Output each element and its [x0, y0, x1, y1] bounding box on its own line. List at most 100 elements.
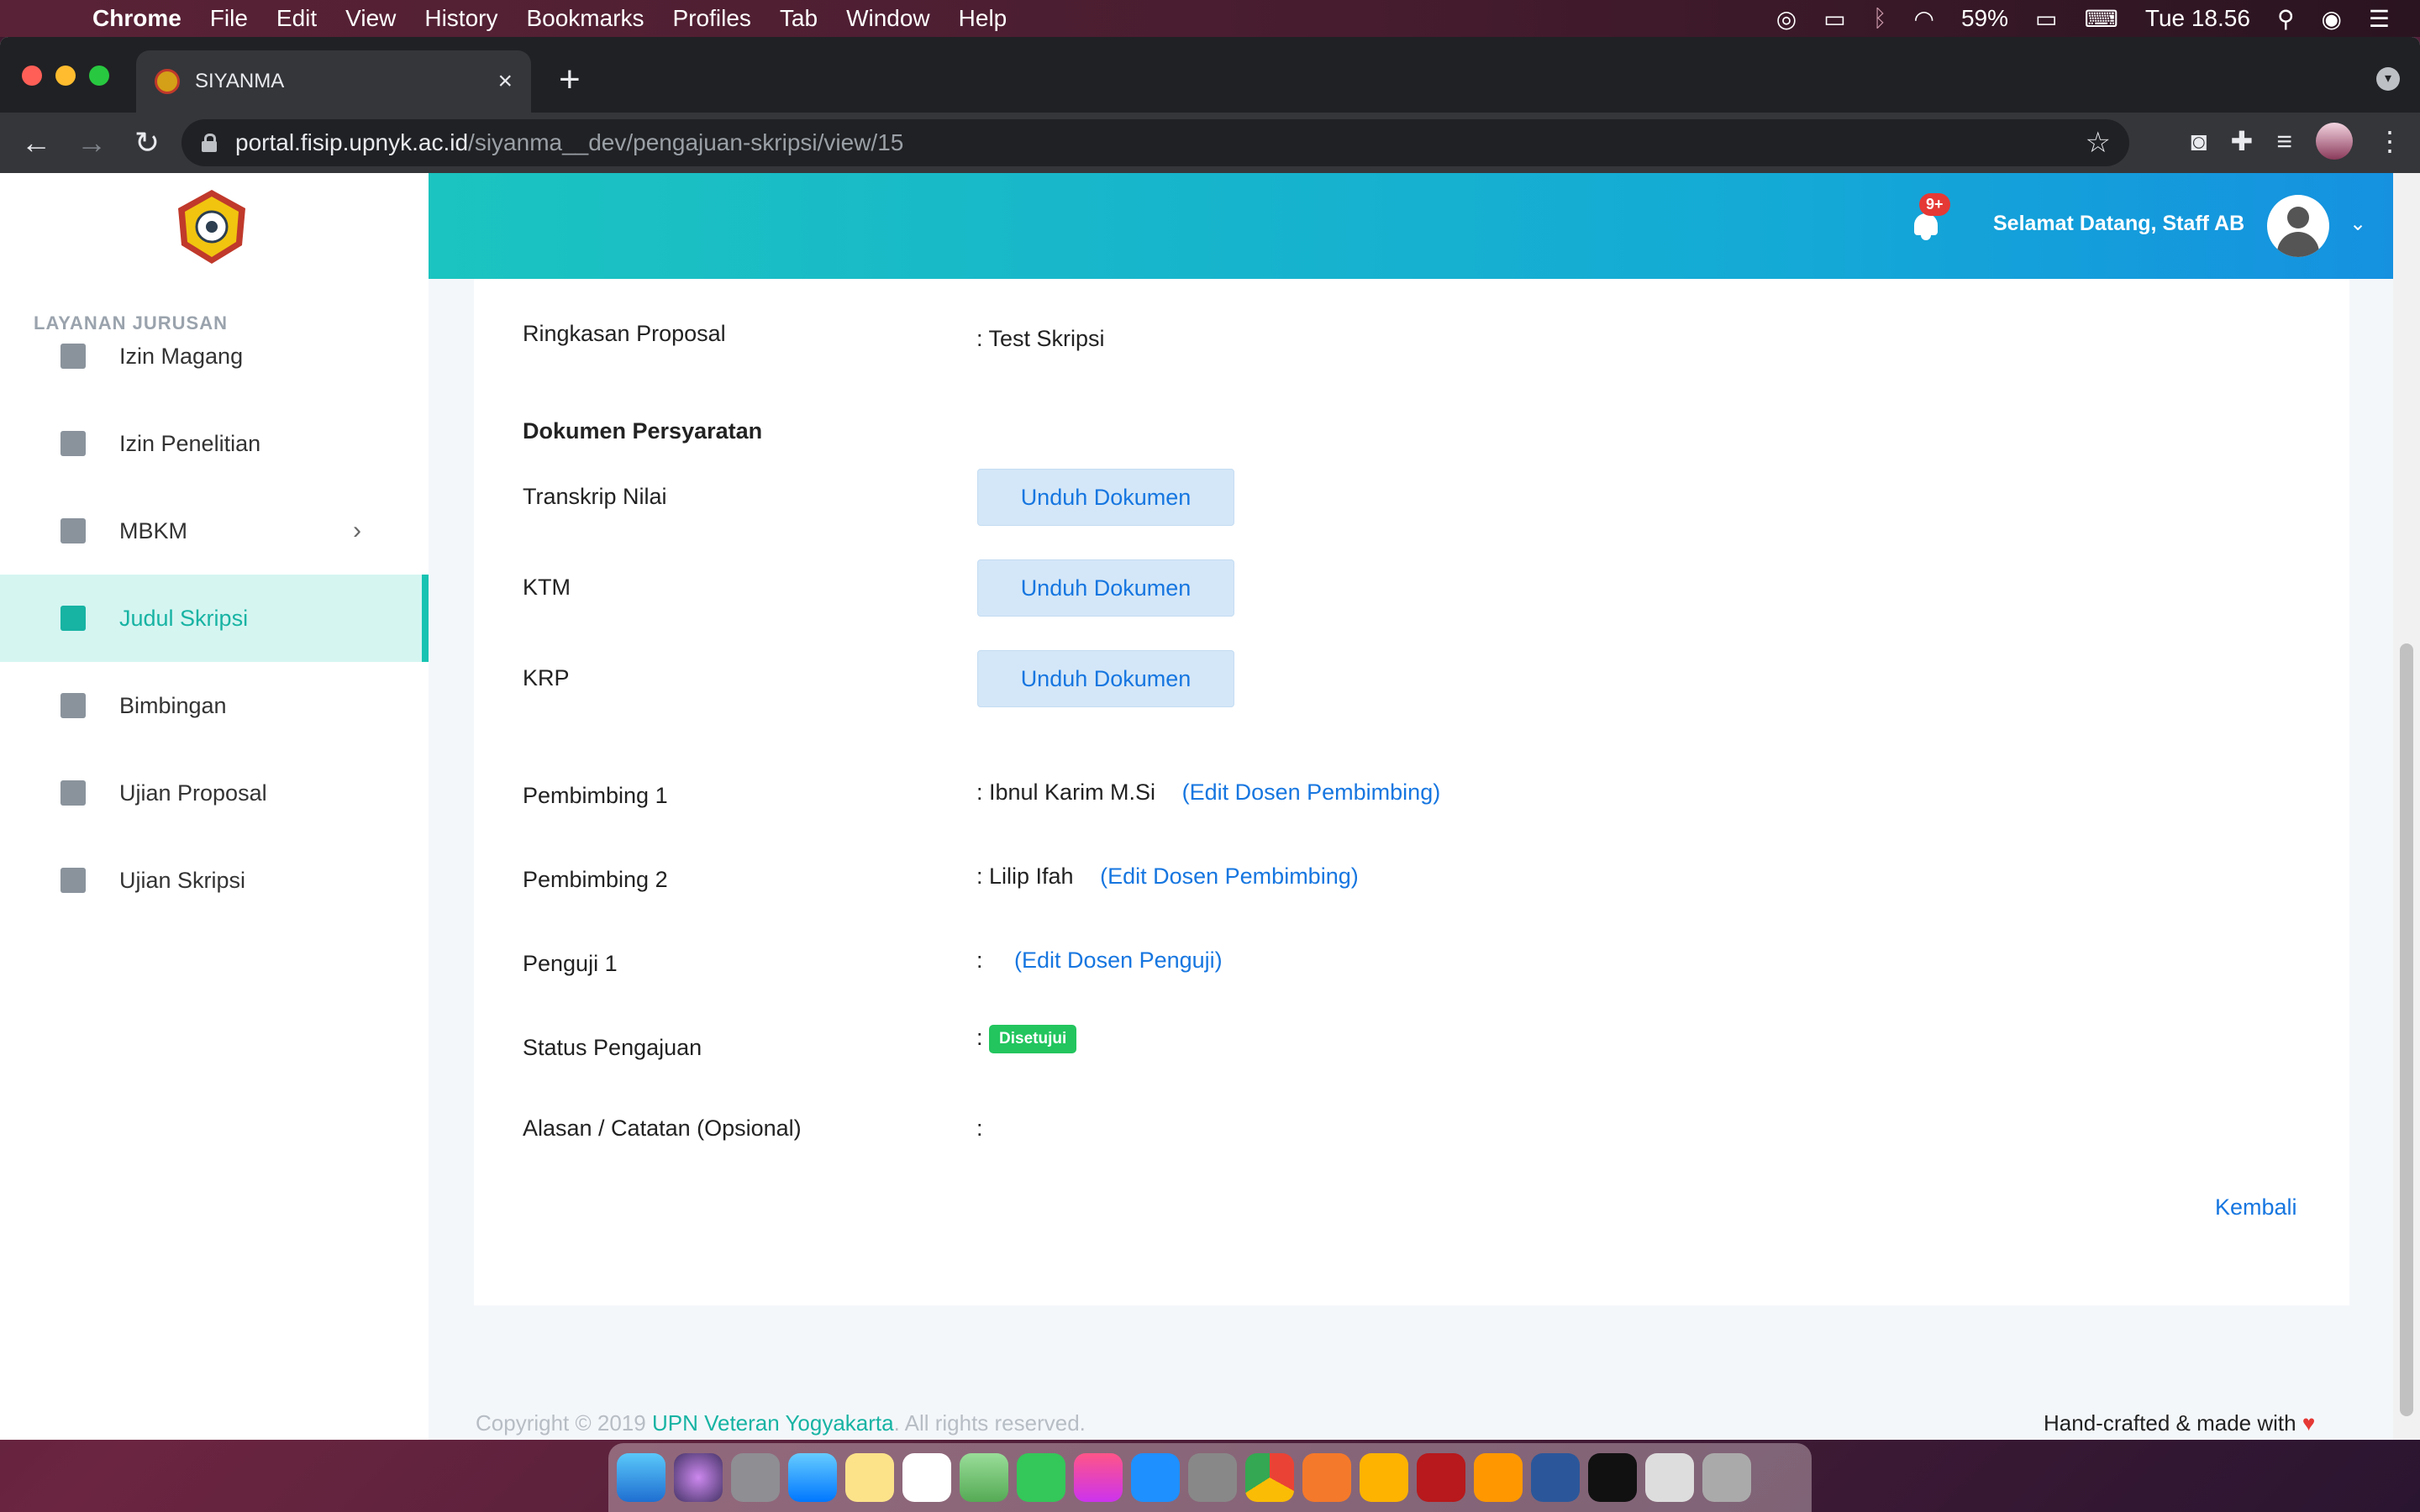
doc-label-ktm: KTM: [523, 575, 571, 600]
minimize-window-button[interactable]: [55, 66, 76, 86]
pembimbing2-label: Pembimbing 2: [523, 867, 668, 892]
chrome-dock-icon[interactable]: [1245, 1453, 1294, 1502]
more-menu-icon[interactable]: ⋮: [2376, 125, 2403, 157]
launchpad-icon[interactable]: [731, 1453, 780, 1502]
menu-tab[interactable]: Tab: [780, 5, 818, 32]
sidebar-item-ujian-skripsi[interactable]: Ujian Skripsi: [0, 837, 429, 924]
window-controls: [22, 66, 109, 86]
page-scrollbar[interactable]: [2393, 173, 2420, 1440]
battery-percent[interactable]: 59%: [1961, 5, 2008, 32]
filezilla-icon[interactable]: [1417, 1453, 1465, 1502]
menu-bookmarks[interactable]: Bookmarks: [526, 5, 644, 32]
creative-cloud-icon[interactable]: ◎: [1776, 5, 1797, 33]
back-arrow-icon[interactable]: ←: [8, 125, 64, 160]
menu-profiles[interactable]: Profiles: [673, 5, 751, 32]
book-open-icon: [60, 868, 86, 893]
upn-logo: [178, 190, 245, 264]
status-colon: :: [976, 1025, 983, 1051]
battery-icon[interactable]: ▭: [2035, 5, 2057, 33]
keyboard-icon[interactable]: ⌨: [2084, 5, 2118, 33]
tab-strip: SIYANMA × + ▾: [0, 37, 2420, 113]
menu-edit[interactable]: Edit: [276, 5, 317, 32]
browser-tab[interactable]: SIYANMA ×: [136, 50, 531, 113]
ringkasan-label: Ringkasan Proposal: [523, 321, 726, 346]
sidebar-item-mbkm[interactable]: MBKM ›: [0, 487, 429, 575]
edit-pembimbing2-link[interactable]: (Edit Dosen Pembimbing): [1100, 864, 1359, 889]
itunes-icon[interactable]: [1074, 1453, 1123, 1502]
sidebar-item-izin-magang[interactable]: Izin Magang: [0, 312, 429, 400]
blender-icon[interactable]: [1302, 1453, 1351, 1502]
trash-icon[interactable]: [1702, 1453, 1751, 1502]
media-queue-icon[interactable]: ≡: [2276, 126, 2292, 157]
pembimbing1-value: : Ibnul Karim M.Si: [976, 780, 1156, 805]
sidebar-item-judul-skripsi[interactable]: Judul Skripsi: [0, 575, 429, 662]
facetime-icon[interactable]: [1017, 1453, 1065, 1502]
edit-penguji1-link[interactable]: (Edit Dosen Penguji): [1014, 948, 1223, 973]
control-center-icon[interactable]: ☰: [2369, 5, 2390, 33]
notification-icon[interactable]: ▭: [1823, 5, 1845, 33]
copyright-suffix: . All rights reserved.: [893, 1410, 1086, 1436]
camera-extension-icon[interactable]: ◙: [2191, 126, 2207, 157]
edit-pembimbing1-link[interactable]: (Edit Dosen Pembimbing): [1182, 780, 1441, 805]
sidebar-item-label: Ujian Skripsi: [119, 867, 246, 893]
sidebar-item-ujian-proposal[interactable]: Ujian Proposal: [0, 749, 429, 837]
chevron-down-icon[interactable]: ⌄: [2349, 212, 2366, 236]
user-avatar-icon[interactable]: [2267, 195, 2329, 257]
menu-history[interactable]: History: [424, 5, 497, 32]
sublime-text-icon[interactable]: [1474, 1453, 1523, 1502]
submission-detail-card: Ringkasan Proposal : Test Skripsi Dokume…: [474, 279, 2349, 1305]
sidebar-item-izin-penelitian[interactable]: Izin Penelitian: [0, 400, 429, 487]
toolbar-extensions: ◙ ✚ ≡ ⋮: [2191, 123, 2403, 160]
doc-label-krp: KRP: [523, 665, 570, 690]
notes-icon[interactable]: [845, 1453, 894, 1502]
menu-help[interactable]: Help: [959, 5, 1007, 32]
safari-icon[interactable]: [788, 1453, 837, 1502]
scrollbar-thumb[interactable]: [2400, 643, 2413, 1416]
menu-file[interactable]: File: [210, 5, 248, 32]
bookmark-star-icon[interactable]: ☆: [2086, 126, 2111, 160]
close-tab-icon[interactable]: ×: [497, 67, 513, 96]
spotlight-icon[interactable]: ⚲: [2277, 5, 2295, 33]
maps-icon[interactable]: [960, 1453, 1008, 1502]
system-preferences-icon[interactable]: [1188, 1453, 1237, 1502]
reminders-icon[interactable]: [902, 1453, 951, 1502]
welcome-text: Selamat Datang, Staff AB: [1993, 212, 2245, 235]
document-check-icon: [60, 344, 86, 369]
sketch-icon[interactable]: [1360, 1453, 1408, 1502]
credit-text: Hand-crafted & made with: [2044, 1410, 2296, 1436]
downloads-stack-icon[interactable]: [1645, 1453, 1694, 1502]
download-transkrip-button[interactable]: Unduh Dokumen: [977, 469, 1234, 526]
penguji1-row: : (Edit Dosen Penguji): [976, 948, 1223, 974]
download-krp-button[interactable]: Unduh Dokumen: [977, 650, 1234, 707]
app-store-icon[interactable]: [1131, 1453, 1180, 1502]
back-link[interactable]: Kembali: [2215, 1194, 2297, 1221]
menu-view[interactable]: View: [345, 5, 396, 32]
close-window-button[interactable]: [22, 66, 42, 86]
tab-search-icon[interactable]: ▾: [2376, 67, 2400, 91]
new-tab-icon[interactable]: +: [559, 59, 581, 101]
word-icon[interactable]: [1531, 1453, 1580, 1502]
bluetooth-icon[interactable]: ᛒ: [1873, 5, 1887, 32]
sidebar-item-bimbingan[interactable]: Bimbingan: [0, 662, 429, 749]
terminal-icon[interactable]: [1588, 1453, 1637, 1502]
menu-window[interactable]: Window: [846, 5, 930, 32]
siri-app-icon[interactable]: [674, 1453, 723, 1502]
clock[interactable]: Tue 18.56: [2145, 5, 2250, 32]
forward-arrow-icon[interactable]: →: [64, 125, 119, 160]
lock-icon[interactable]: [202, 134, 217, 152]
browser-toolbar: ← → ↻ portal.fisip.upnyk.ac.id/siyanma__…: [0, 113, 2420, 173]
university-link[interactable]: UPN Veteran Yogyakarta: [652, 1410, 894, 1436]
pembimbing2-value: : Lilip Ifah: [976, 864, 1074, 889]
finder-icon[interactable]: [617, 1453, 666, 1502]
siri-icon[interactable]: ◉: [2321, 5, 2341, 33]
puzzle-extensions-icon[interactable]: ✚: [2231, 125, 2254, 157]
menu-app-name[interactable]: Chrome: [92, 5, 182, 32]
profile-avatar-icon[interactable]: [2316, 123, 2353, 160]
download-ktm-button[interactable]: Unduh Dokumen: [977, 559, 1234, 617]
sidebar-item-label: Ujian Proposal: [119, 780, 267, 806]
zoom-window-button[interactable]: [89, 66, 109, 86]
reload-icon[interactable]: ↻: [119, 125, 175, 160]
status-badge: Disetujui: [989, 1025, 1077, 1053]
address-bar[interactable]: portal.fisip.upnyk.ac.id/siyanma__dev/pe…: [182, 119, 2129, 166]
wifi-icon[interactable]: ◠: [1914, 5, 1934, 33]
